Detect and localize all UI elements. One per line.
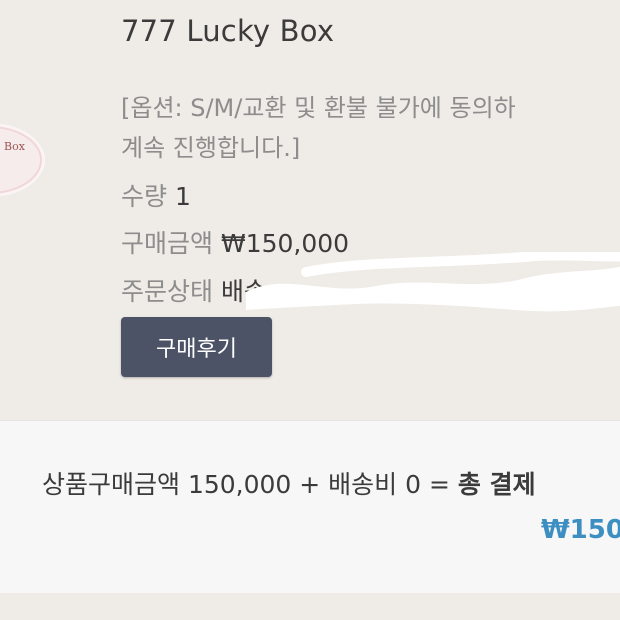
status-row: 주문상태 배송 — [121, 272, 267, 308]
total-payment-amount: ₩150 — [541, 515, 620, 545]
payment-formula-text: 상품구매금액 150,000 + 배송비 0 = — [42, 470, 458, 499]
price-label: 구매금액 — [121, 229, 214, 258]
price-row: 구매금액 ₩150,000 — [121, 224, 349, 260]
order-item-card: Box 777 Lucky Box [옵션: S/M/교환 및 환불 불가에 동… — [0, 0, 620, 418]
product-name[interactable]: 777 Lucky Box — [121, 14, 334, 48]
product-option: [옵션: S/M/교환 및 환불 불가에 동의하 계속 진행합니다.] — [121, 88, 620, 168]
status-value: 배송 — [220, 277, 267, 306]
quantity-value: 1 — [174, 182, 191, 211]
product-thumbnail[interactable]: Box — [0, 126, 42, 194]
status-label: 주문상태 — [121, 277, 214, 306]
option-line-2: 계속 진행합니다.] — [121, 134, 301, 162]
total-payment-label: 총 결제 — [457, 470, 536, 499]
payment-summary: 상품구매금액 150,000 + 배송비 0 = 총 결제 ₩150 — [0, 420, 620, 593]
payment-formula: 상품구매금액 150,000 + 배송비 0 = 총 결제 — [42, 465, 536, 501]
quantity-label: 수량 — [121, 182, 168, 211]
quantity-row: 수량 1 — [121, 177, 191, 213]
write-review-button[interactable]: 구매후기 — [121, 317, 272, 377]
redaction-scribble — [246, 252, 620, 312]
bottom-divider — [0, 593, 620, 620]
price-value: ₩150,000 — [220, 229, 350, 258]
option-line-1: [옵션: S/M/교환 및 환불 불가에 동의하 — [121, 94, 516, 122]
thumbnail-label: Box — [4, 140, 25, 153]
